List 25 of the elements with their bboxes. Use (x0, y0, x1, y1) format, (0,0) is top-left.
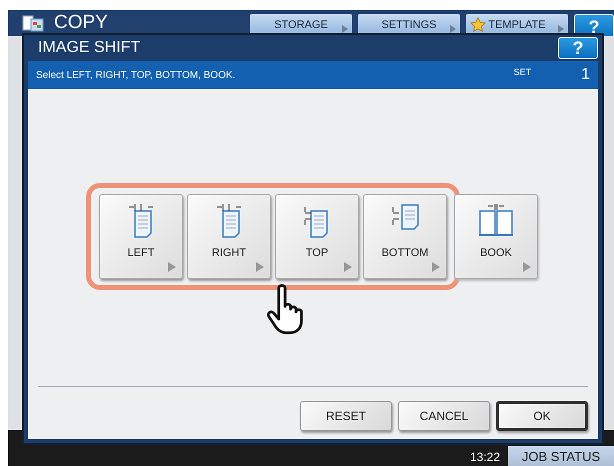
copier-icon (22, 14, 44, 32)
triangle-icon (344, 262, 352, 272)
star-icon (470, 17, 486, 33)
triangle-icon (432, 262, 440, 272)
screen-title: COPY (54, 12, 108, 34)
dialog-title: IMAGE SHIFT (37, 39, 140, 57)
set-label: SET (514, 67, 532, 77)
shift-option-button[interactable]: LEFT (99, 194, 183, 279)
dialog-button[interactable]: OK (496, 401, 588, 431)
shift-option-button[interactable]: BOOK (454, 194, 538, 279)
dialog-button[interactable]: RESET (300, 401, 392, 431)
hand-pointer-icon (266, 284, 306, 336)
job-status-button[interactable]: JOB STATUS (508, 446, 614, 466)
set-count: 1 (581, 66, 590, 84)
triangle-icon (168, 262, 176, 272)
help-button[interactable]: ? (558, 37, 598, 59)
clock-time: 13:22 (470, 450, 500, 464)
dialog-button[interactable]: CANCEL (398, 401, 490, 431)
shift-option-button[interactable]: TOP (275, 194, 359, 279)
instruction-text: Select LEFT, RIGHT, TOP, BOTTOM, BOOK. (36, 70, 236, 80)
triangle-icon (256, 262, 264, 272)
book-icon (476, 203, 516, 239)
shift-option-button[interactable]: BOTTOM (363, 194, 447, 279)
shift-option-button[interactable]: RIGHT (187, 194, 271, 279)
triangle-icon (523, 262, 531, 272)
